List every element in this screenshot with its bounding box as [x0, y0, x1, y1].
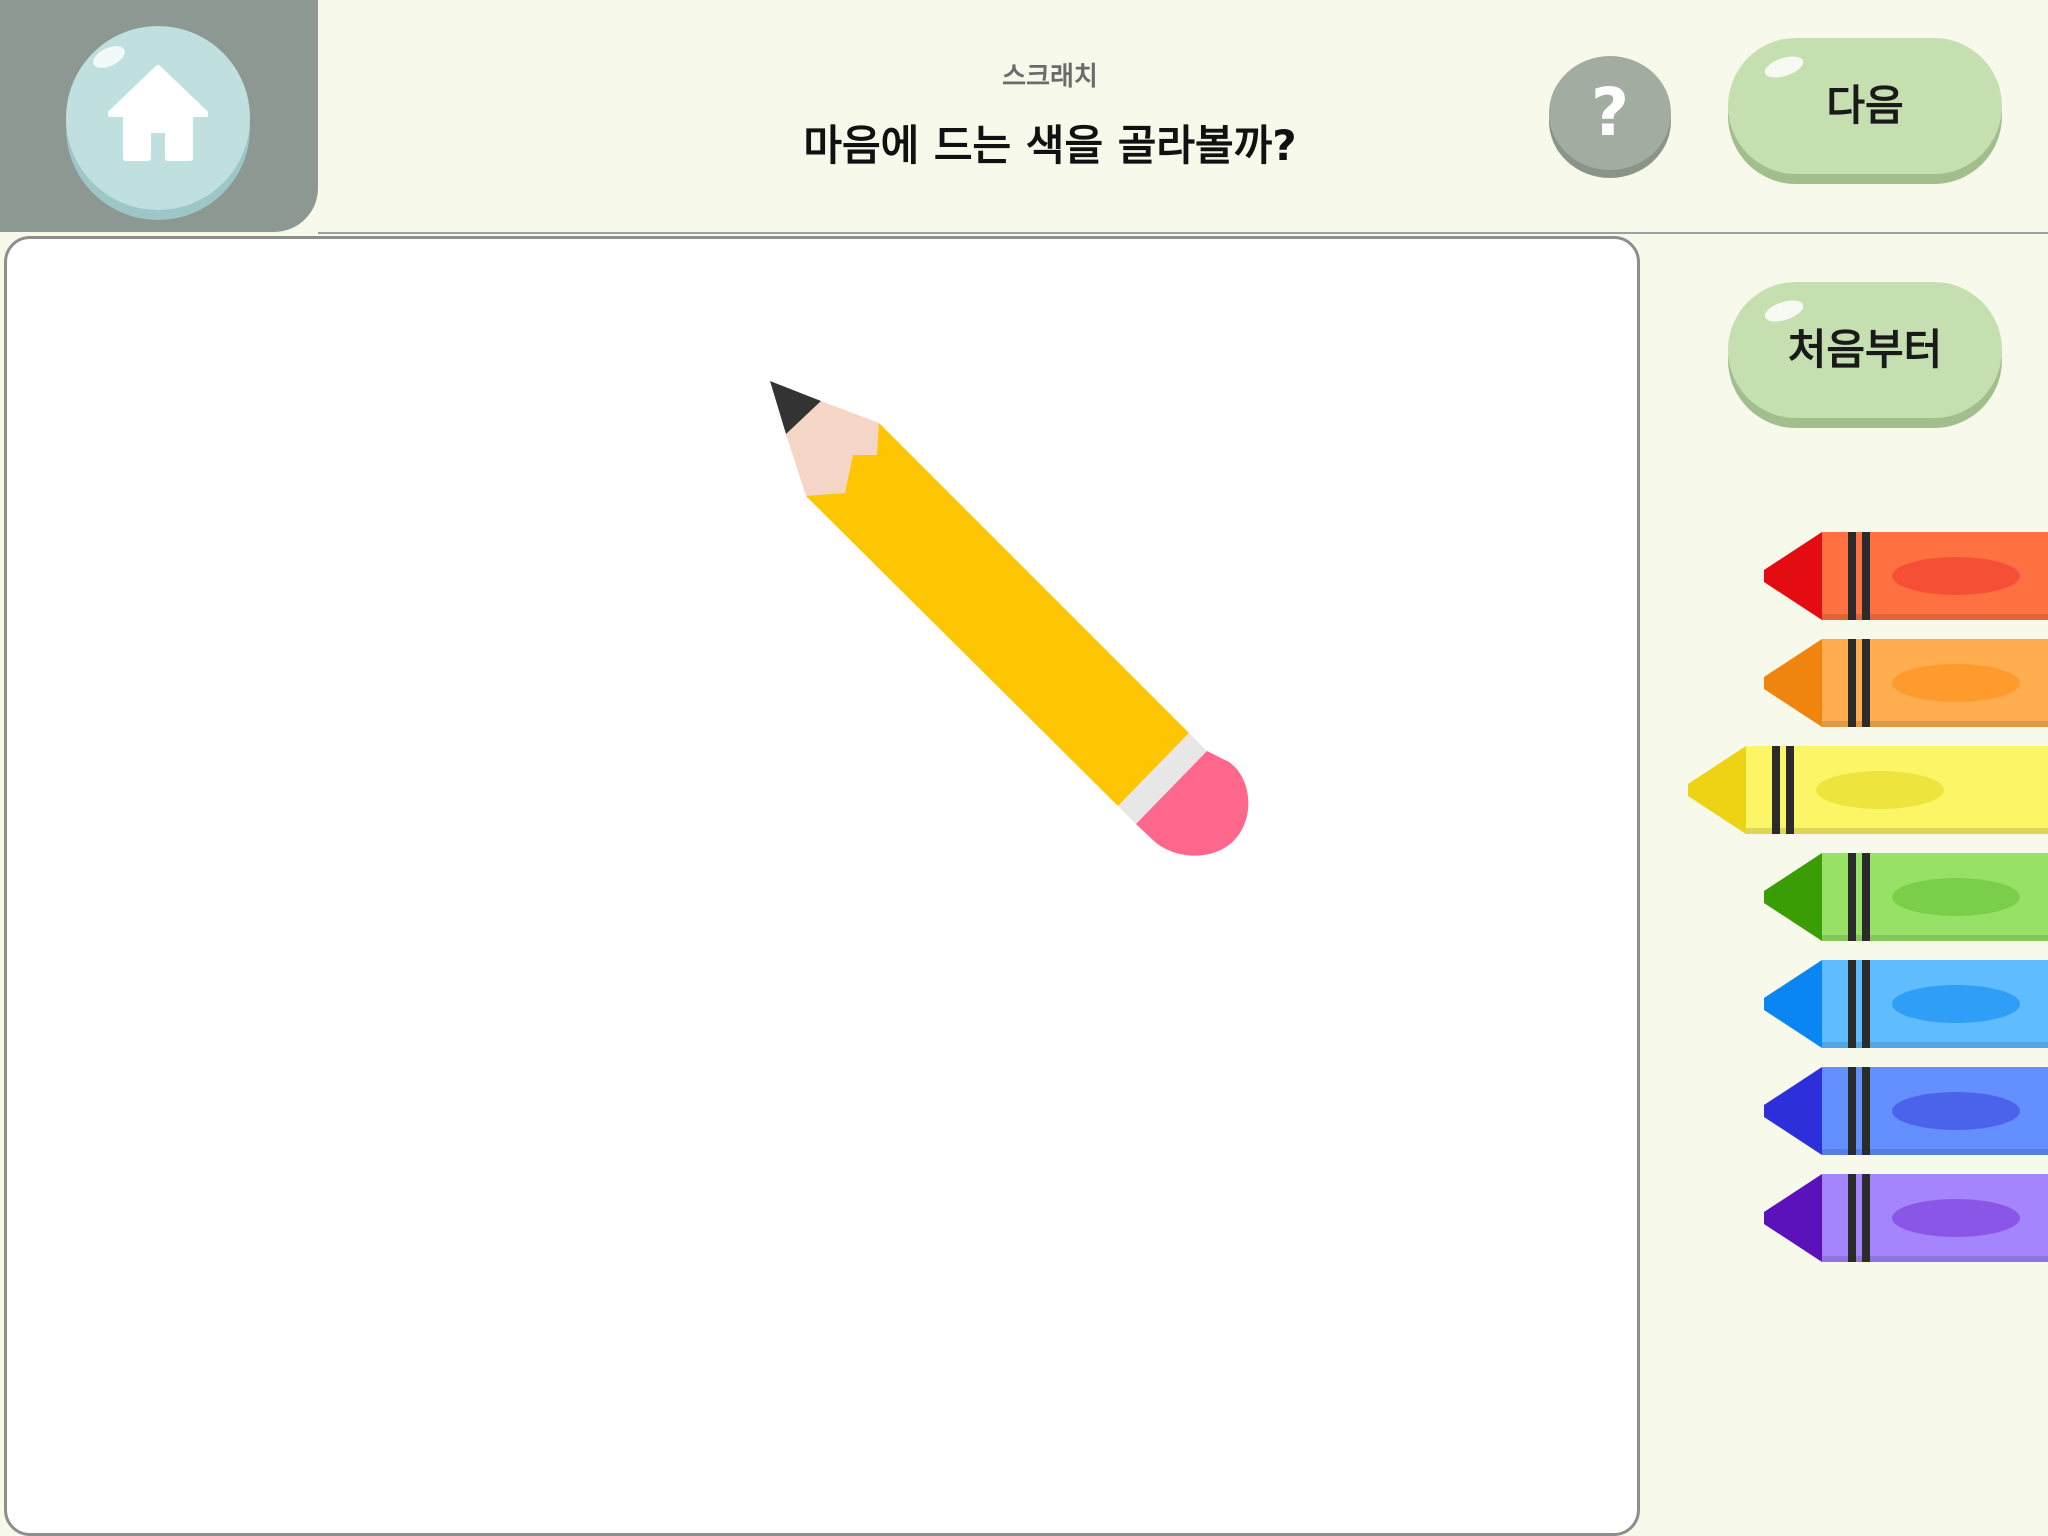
- crayon-yellow[interactable]: [1686, 744, 2048, 836]
- next-button-label: 다음: [1826, 81, 1904, 130]
- crayon-orange[interactable]: [1762, 637, 2048, 729]
- crayon-icon: [1764, 1067, 2048, 1155]
- restart-button-label: 처음부터: [1787, 325, 1943, 374]
- crayon-purple[interactable]: [1762, 1172, 2048, 1264]
- crayon-blue[interactable]: [1762, 1065, 2048, 1157]
- button-shine: [1762, 296, 1806, 326]
- button-shine: [1762, 52, 1806, 82]
- next-button[interactable]: 다음: [1728, 38, 2002, 174]
- crayon-icon: [1764, 1174, 2048, 1262]
- crayon-icon: [1764, 639, 2048, 727]
- crayon-icon: [1688, 746, 2048, 834]
- crayon-green[interactable]: [1762, 851, 2048, 943]
- drawing-canvas[interactable]: [4, 236, 1640, 1536]
- crayon-icon: [1764, 960, 2048, 1048]
- crayon-icon: [1764, 532, 2048, 620]
- crayon-red[interactable]: [1762, 530, 2048, 622]
- restart-button[interactable]: 처음부터: [1728, 282, 2002, 418]
- crayon-icon: [1764, 853, 2048, 941]
- crayon-sky[interactable]: [1762, 958, 2048, 1050]
- pencil-icon: [770, 381, 1249, 856]
